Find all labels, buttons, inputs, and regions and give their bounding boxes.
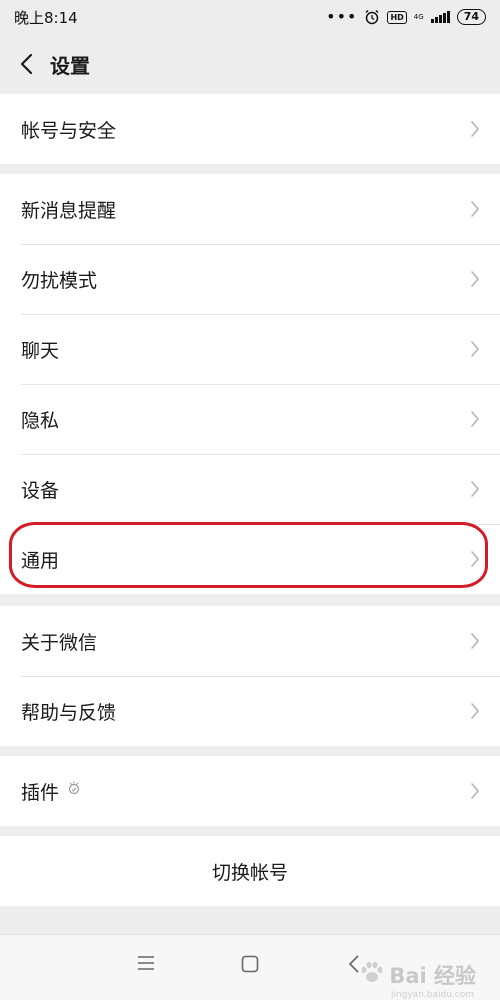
settings-item-do-not-disturb[interactable]: 勿扰模式	[0, 244, 500, 314]
settings-item-plugins[interactable]: 插件	[0, 756, 500, 826]
paw-icon	[359, 961, 385, 990]
chevron-right-icon	[470, 550, 480, 568]
settings-item-label: 隐私	[21, 409, 60, 432]
watermark-subtext: jingyan.baidu.com	[390, 990, 474, 1000]
status-icons: ••• HD 4G 74	[326, 9, 486, 25]
status-time: 晚上8:14	[14, 8, 78, 27]
settings-item-label: 帐号与安全	[21, 119, 117, 142]
chevron-right-icon	[470, 200, 480, 218]
back-key[interactable]	[348, 955, 360, 977]
square-icon	[241, 955, 259, 973]
chevron-left-icon	[348, 955, 359, 973]
alarm-clock-icon	[364, 9, 380, 25]
chevron-left-icon	[20, 53, 33, 75]
settings-item-help-feedback[interactable]: 帮助与反馈	[0, 676, 500, 746]
system-nav-bar: Bai 经验 jingyan.baidu.com	[0, 934, 500, 1000]
chevron-right-icon	[470, 702, 480, 720]
chevron-right-icon	[470, 410, 480, 428]
back-button[interactable]	[2, 34, 50, 94]
settings-item-label: 通用	[21, 549, 60, 572]
settings-item-label: 帮助与反馈	[21, 701, 117, 724]
settings-item-label: 设备	[21, 479, 60, 502]
settings-item-notifications[interactable]: 新消息提醒	[0, 174, 500, 244]
chevron-right-icon	[470, 120, 480, 138]
settings-group-account: 帐号与安全	[0, 94, 500, 164]
settings-item-general[interactable]: 通用	[0, 524, 500, 594]
settings-item-chat[interactable]: 聊天	[0, 314, 500, 384]
status-bar: 晚上8:14 ••• HD 4G 74	[0, 0, 500, 34]
switch-account-button[interactable]: 切换帐号	[0, 836, 500, 906]
more-dots-icon: •••	[326, 7, 358, 26]
chevron-right-icon	[470, 480, 480, 498]
battery-indicator: 74	[456, 9, 486, 25]
settings-group-plugins: 插件	[0, 756, 500, 826]
baidu-watermark: Bai 经验	[359, 960, 476, 990]
settings-item-label: 聊天	[21, 339, 60, 362]
settings-item-label: 关于微信	[21, 631, 98, 654]
plugin-bulb-icon	[67, 780, 81, 802]
menu-icon	[138, 956, 154, 970]
settings-item-account-security[interactable]: 帐号与安全	[0, 94, 500, 164]
settings-item-about[interactable]: 关于微信	[0, 606, 500, 676]
watermark-text: Bai 经验	[389, 964, 476, 988]
chevron-right-icon	[470, 632, 480, 650]
chevron-right-icon	[470, 270, 480, 288]
settings-item-label: 插件	[21, 781, 60, 804]
nav-bar: 设置	[0, 34, 500, 94]
settings-item-privacy[interactable]: 隐私	[0, 384, 500, 454]
settings-group-main: 新消息提醒 勿扰模式 聊天 隐私 设备 通用	[0, 174, 500, 594]
chevron-right-icon	[470, 782, 480, 800]
menu-key[interactable]	[137, 955, 155, 975]
switch-account-label: 切换帐号	[211, 861, 288, 884]
chevron-right-icon	[470, 340, 480, 358]
settings-group-about: 关于微信 帮助与反馈	[0, 606, 500, 746]
settings-item-label: 新消息提醒	[21, 199, 117, 222]
network-type: 4G	[413, 13, 424, 21]
home-key[interactable]	[241, 955, 259, 977]
settings-item-devices[interactable]: 设备	[0, 454, 500, 524]
hd-badge: HD	[387, 10, 407, 24]
settings-item-label: 勿扰模式	[21, 269, 98, 292]
page-title: 设置	[50, 53, 90, 78]
signal-icon	[430, 11, 450, 23]
